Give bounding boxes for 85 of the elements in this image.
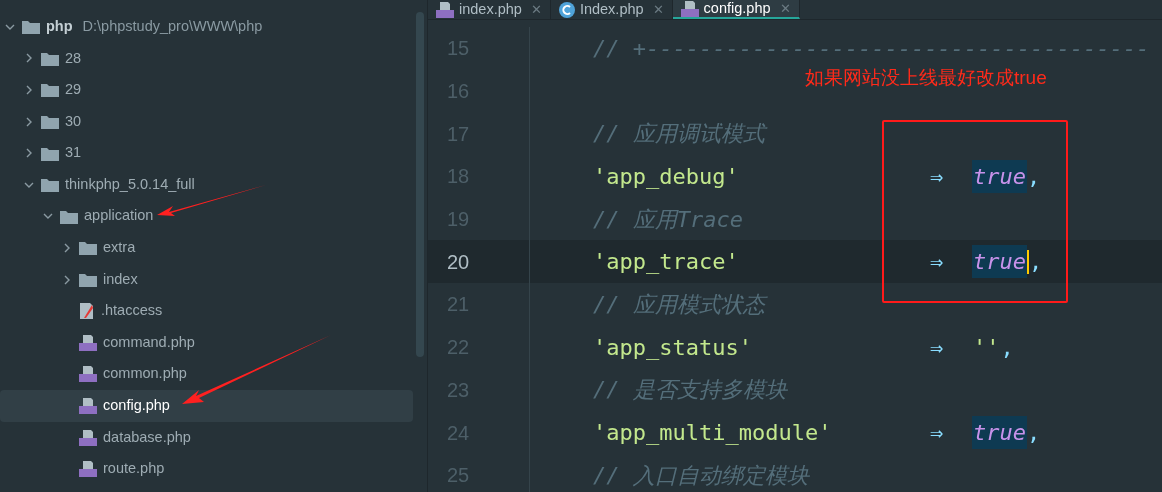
folder-icon	[60, 208, 78, 224]
editor-tab[interactable]: config.php ✕	[672, 0, 800, 19]
code-value: ''	[972, 333, 1001, 362]
code-arrow: ⇒	[930, 333, 945, 362]
tree-item[interactable]: php D:\phpstudy_pro\WWW\php	[0, 11, 413, 43]
code-punctuation: ,	[1027, 162, 1041, 191]
tree-item[interactable]: .htaccess	[0, 295, 413, 327]
close-icon[interactable]: ✕	[530, 0, 542, 20]
code-value: true	[972, 416, 1027, 450]
folder-icon	[41, 50, 59, 66]
tree-item-label: 30	[65, 111, 82, 131]
editor-tab[interactable]: index.php ✕	[428, 0, 551, 19]
line-number: 20	[447, 249, 470, 275]
chevron-right-icon[interactable]	[24, 85, 34, 95]
feather-file-icon	[79, 302, 95, 321]
folder-icon	[79, 272, 97, 288]
tree-item[interactable]: 31	[0, 137, 413, 169]
tree-item-path: D:\phpstudy_pro\WWW\php	[82, 16, 263, 36]
tab-label: config.php	[703, 0, 771, 18]
tree-item-label: application	[84, 206, 154, 226]
php-file-icon	[79, 460, 97, 479]
tree-item-label: database.php	[103, 427, 191, 447]
tree-item[interactable]: 30	[0, 105, 413, 138]
folder-icon	[41, 82, 59, 98]
tree-item-label: .htaccess	[101, 301, 163, 321]
tree-item-label: common.php	[103, 364, 187, 384]
code-comment: // 入口自动绑定模块	[593, 462, 809, 488]
code-key: 'app_trace'	[593, 245, 930, 279]
tree-item[interactable]: extra	[0, 232, 413, 264]
code-punctuation: ,	[1000, 333, 1014, 362]
tree-item[interactable]: config.php	[0, 390, 413, 422]
tree-item[interactable]: application	[0, 200, 413, 233]
tree-item-label: command.php	[103, 332, 195, 352]
php-file-icon	[79, 428, 97, 447]
php-file-icon	[79, 365, 97, 384]
close-icon[interactable]: ✕	[652, 0, 664, 20]
code-punctuation: ,	[1029, 248, 1043, 277]
code-arrow: ⇒	[930, 248, 945, 277]
folder-icon	[79, 240, 97, 256]
folder-icon	[41, 177, 59, 193]
tree-item[interactable]: route.php	[0, 453, 413, 485]
tree-item-label: php	[46, 16, 73, 36]
tree-item-label: index	[103, 269, 138, 289]
tree-item[interactable]: command.php	[0, 326, 413, 359]
folder-icon	[41, 145, 59, 161]
folder-icon	[22, 19, 40, 35]
chevron-right-icon[interactable]	[24, 148, 34, 159]
tab-label: index.php	[459, 0, 522, 19]
editor-tab[interactable]: Index.php ✕	[550, 0, 673, 19]
tree-item[interactable]: common.php	[0, 358, 413, 391]
code-value: true	[972, 245, 1027, 279]
tree-item-label: config.php	[103, 396, 170, 416]
tree-item-label: extra	[103, 238, 136, 258]
tree-item-label: thinkphp_5.0.14_full	[65, 174, 195, 194]
code-comment: // 是否支持多模块	[593, 377, 787, 403]
code-arrow: ⇒	[930, 419, 945, 448]
code-key: 'app_debug'	[593, 159, 930, 193]
tree-item[interactable]: thinkphp_5.0.14_full	[0, 168, 413, 201]
tree-item[interactable]: database.php	[0, 421, 413, 454]
folder-icon	[41, 114, 59, 130]
tree-item-label: 31	[65, 143, 82, 163]
code-punctuation: ,	[1027, 419, 1041, 448]
chevron-right-icon[interactable]	[24, 116, 34, 127]
chevron-right-icon[interactable]	[62, 274, 72, 285]
tree-item-label: 29	[65, 80, 82, 100]
code-value: true	[972, 159, 1027, 193]
php-file-icon	[79, 396, 97, 415]
chevron-right-icon[interactable]	[24, 53, 34, 64]
tree-item[interactable]: 28	[0, 42, 413, 75]
tree-item[interactable]: index	[0, 263, 413, 296]
code-comment: // +--------------------------------------	[593, 35, 1150, 61]
tree-item[interactable]: 29	[0, 74, 413, 106]
php-file-icon	[436, 0, 454, 19]
chevron-right-icon[interactable]	[62, 242, 72, 253]
php-file-icon	[680, 0, 699, 18]
code-comment: // 应用Trace	[593, 206, 743, 232]
tree-item-label: 28	[65, 48, 82, 68]
code-arrow: ⇒	[930, 162, 945, 191]
code-key: 'app_status'	[593, 330, 930, 364]
class-icon	[558, 1, 575, 18]
annotation-note: 如果网站没上线最好改成true	[805, 66, 1047, 90]
tab-label: Index.php	[579, 0, 644, 19]
code-key: 'app_multi_module'	[593, 416, 930, 450]
php-file-icon	[79, 333, 97, 352]
tree-item-label: route.php	[103, 459, 165, 479]
